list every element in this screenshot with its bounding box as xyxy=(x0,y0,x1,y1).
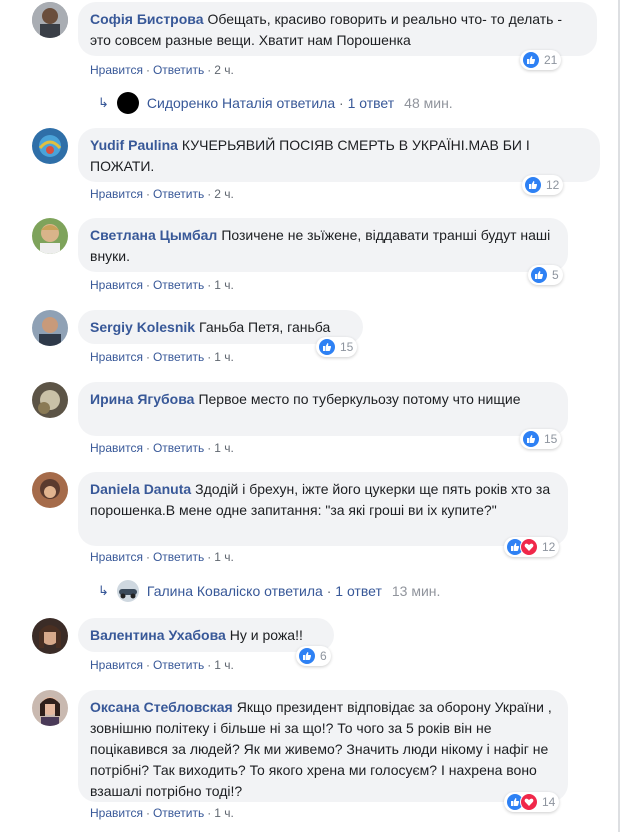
reply-arrow-icon: ↳ xyxy=(98,95,109,110)
reply-link[interactable]: Ответить xyxy=(153,441,204,455)
avatar[interactable] xyxy=(32,690,68,726)
like-link[interactable]: Нравится xyxy=(90,441,143,455)
comment-author[interactable]: Sergiy Kolesnik xyxy=(90,319,195,335)
comment-time[interactable]: 2 ч. xyxy=(214,187,234,201)
reply-summary[interactable]: ↳ Галина Коваліско ответила · 1 ответ 13 … xyxy=(98,580,440,602)
reply-link[interactable]: Ответить xyxy=(153,63,204,77)
reply-link[interactable]: Ответить xyxy=(153,350,204,364)
comment-time[interactable]: 1 ч. xyxy=(214,550,234,564)
like-link[interactable]: Нравится xyxy=(90,187,143,201)
comment-author[interactable]: Валентина Ухабова xyxy=(90,627,226,643)
reply-link[interactable]: Ответить xyxy=(153,658,204,672)
like-link[interactable]: Нравится xyxy=(90,63,143,77)
comment-bubble: Оксана Стебловская Якщо президент відпові… xyxy=(78,690,568,802)
like-reaction-icon xyxy=(522,430,540,448)
reply-author[interactable]: Галина Коваліско xyxy=(147,583,260,599)
reaction-count[interactable]: 12 xyxy=(522,175,564,195)
reaction-count[interactable]: 14 xyxy=(504,792,560,812)
reaction-count[interactable]: 12 xyxy=(504,537,560,557)
avatar[interactable] xyxy=(32,128,68,164)
comment-bubble: Софія Бистрова Обещать, красиво говорить … xyxy=(78,2,597,56)
reply-avatar xyxy=(116,580,139,602)
avatar[interactable] xyxy=(32,618,68,654)
reply-summary[interactable]: ↳ Сидоренко Наталія ответила · 1 ответ 48… xyxy=(98,92,453,114)
comment-time[interactable]: 1 ч. xyxy=(214,278,234,292)
reply-link[interactable]: Ответить xyxy=(153,278,204,292)
reply-count[interactable]: 1 ответ xyxy=(348,95,395,111)
reaction-count[interactable]: 6 xyxy=(296,646,331,666)
avatar[interactable] xyxy=(32,472,68,508)
reaction-count[interactable]: 15 xyxy=(316,337,358,357)
comment-text: Ганьба Петя, ганьба xyxy=(199,319,331,335)
like-reaction-icon xyxy=(530,266,548,284)
reply-action: ответила xyxy=(276,95,336,111)
reply-avatar xyxy=(116,92,139,114)
reply-arrow-icon: ↳ xyxy=(98,583,109,598)
like-link[interactable]: Нравится xyxy=(90,806,143,820)
reply-action: ответила xyxy=(264,583,323,599)
comment-actions: Нравится · Ответить · 1 ч. xyxy=(90,350,234,364)
like-link[interactable]: Нравится xyxy=(90,550,143,564)
comment-author[interactable]: Yudif Paulina xyxy=(90,137,178,153)
comment-actions: Нравится · Ответить · 2 ч. xyxy=(90,187,234,201)
reply-time: 13 мин. xyxy=(391,583,441,599)
comment-author[interactable]: Daniela Danuta xyxy=(90,481,191,497)
like-reaction-icon xyxy=(318,338,336,356)
comment-author[interactable]: Ирина Ягубова xyxy=(90,391,194,407)
comment-bubble: Светлана Цымбал Позичене не зьїжене, відд… xyxy=(78,218,568,272)
comment-bubble: Ирина Ягубова Первое место по туберкульоз… xyxy=(78,382,568,436)
comment-actions: Нравится · Ответить · 1 ч. xyxy=(90,278,234,292)
like-reaction-icon xyxy=(298,647,316,665)
avatar[interactable] xyxy=(32,218,68,254)
like-link[interactable]: Нравится xyxy=(90,278,143,292)
comment-bubble: Yudif Paulina КУЧЕРЬЯВИЙ ПОСІЯВ СМЕРТЬ В … xyxy=(78,128,600,182)
comment-actions: Нравится · Ответить · 1 ч. xyxy=(90,441,234,455)
avatar[interactable] xyxy=(32,382,68,418)
comment-time[interactable]: 1 ч. xyxy=(214,658,234,672)
comment-actions: Нравится · Ответить · 1 ч. xyxy=(90,550,234,564)
love-reaction-icon xyxy=(520,538,538,556)
comment-actions: Нравится · Ответить · 1 ч. xyxy=(90,658,234,672)
comment-time[interactable]: 1 ч. xyxy=(214,806,234,820)
comment-text: Первое место по туберкульозу потому что … xyxy=(198,391,521,407)
reaction-count[interactable]: 15 xyxy=(520,429,562,449)
reply-link[interactable]: Ответить xyxy=(153,187,204,201)
reaction-count[interactable]: 21 xyxy=(520,50,562,70)
reaction-count[interactable]: 5 xyxy=(528,265,563,285)
like-link[interactable]: Нравится xyxy=(90,350,143,364)
avatar[interactable] xyxy=(32,2,68,38)
reply-link[interactable]: Ответить xyxy=(153,806,204,820)
reply-count[interactable]: 1 ответ xyxy=(335,583,382,599)
comment-time[interactable]: 2 ч. xyxy=(214,63,234,77)
comment-time[interactable]: 1 ч. xyxy=(214,441,234,455)
love-reaction-icon xyxy=(520,793,538,811)
comment-text: Ну и рожа!! xyxy=(229,627,303,643)
like-link[interactable]: Нравится xyxy=(90,658,143,672)
like-reaction-icon xyxy=(522,51,540,69)
comment-time[interactable]: 1 ч. xyxy=(214,350,234,364)
reply-link[interactable]: Ответить xyxy=(153,550,204,564)
comment-author[interactable]: Софія Бистрова xyxy=(90,11,203,27)
comment-bubble: Валентина Ухабова Ну и рожа!! xyxy=(78,618,334,652)
reply-time: 48 мин. xyxy=(404,95,453,111)
comment-actions: Нравится · Ответить · 2 ч. xyxy=(90,63,234,77)
avatar[interactable] xyxy=(32,310,68,346)
comment-author[interactable]: Оксана Стебловская xyxy=(90,699,233,715)
comment-actions: Нравится · Ответить · 1 ч. xyxy=(90,806,234,820)
comment-author[interactable]: Светлана Цымбал xyxy=(90,227,217,243)
reply-author[interactable]: Сидоренко Наталія xyxy=(147,95,273,111)
comment-bubble: Daniela Danuta Здодій і брехун, іжте його… xyxy=(78,472,568,546)
like-reaction-icon xyxy=(524,176,542,194)
